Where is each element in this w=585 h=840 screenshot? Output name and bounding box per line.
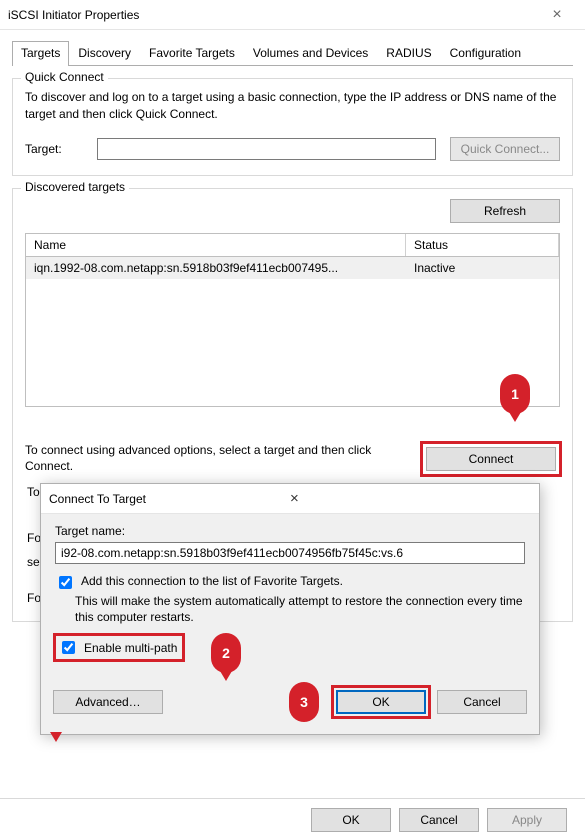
close-icon[interactable]: × xyxy=(290,490,531,507)
target-input[interactable] xyxy=(97,138,436,160)
advanced-button[interactable]: Advanced… xyxy=(53,690,163,714)
cell-target-name: iqn.1992-08.com.netapp:sn.5918b03f9ef411… xyxy=(26,257,406,279)
cell-target-status: Inactive xyxy=(406,257,559,279)
connect-help: To connect using advanced options, selec… xyxy=(25,443,412,474)
main-apply-button: Apply xyxy=(487,808,567,832)
title-bar: iSCSI Initiator Properties × xyxy=(0,0,585,30)
favorite-targets-label: Add this connection to the list of Favor… xyxy=(81,574,343,588)
quick-connect-group: Quick Connect To discover and log on to … xyxy=(12,78,573,176)
callout-marker-1: 1 xyxy=(500,374,530,414)
main-cancel-button[interactable]: Cancel xyxy=(399,808,479,832)
dialog-footer: OK Cancel Apply xyxy=(0,798,585,840)
target-name-input[interactable] xyxy=(55,542,525,564)
callout-marker-2: 2 xyxy=(211,633,241,673)
refresh-button[interactable]: Refresh xyxy=(450,199,560,223)
enable-multipath-label: Enable multi-path xyxy=(84,641,177,655)
targets-table-body[interactable]: iqn.1992-08.com.netapp:sn.5918b03f9ef411… xyxy=(25,257,560,407)
connect-to-target-dialog: Connect To Target × Target name: Add thi… xyxy=(40,483,540,735)
tab-discovery[interactable]: Discovery xyxy=(69,41,140,66)
callout-marker-3: 3 xyxy=(289,682,319,722)
enable-multipath-checkbox[interactable] xyxy=(62,641,75,654)
tab-radius[interactable]: RADIUS xyxy=(377,41,440,66)
targets-table-header: Name Status xyxy=(25,233,560,257)
column-status[interactable]: Status xyxy=(406,234,559,256)
quick-connect-button: Quick Connect... xyxy=(450,137,560,161)
favorite-targets-hint: This will make the system automatically … xyxy=(75,593,525,625)
tab-targets[interactable]: Targets xyxy=(12,41,69,66)
tab-strip: Targets Discovery Favorite Targets Volum… xyxy=(0,30,585,65)
close-icon[interactable]: × xyxy=(537,6,577,24)
ok-highlight: OK xyxy=(333,687,429,717)
connect-button[interactable]: Connect xyxy=(426,447,556,471)
cancel-button[interactable]: Cancel xyxy=(437,690,527,714)
ok-button[interactable]: OK xyxy=(336,690,426,714)
window-title: iSCSI Initiator Properties xyxy=(8,8,537,22)
dialog-title-bar: Connect To Target × xyxy=(41,484,539,514)
target-name-label: Target name: xyxy=(55,524,525,538)
table-row[interactable]: iqn.1992-08.com.netapp:sn.5918b03f9ef411… xyxy=(26,257,559,279)
quick-connect-legend: Quick Connect xyxy=(21,70,108,84)
tab-favorite-targets[interactable]: Favorite Targets xyxy=(140,41,244,66)
column-name[interactable]: Name xyxy=(26,234,406,256)
tab-volumes-devices[interactable]: Volumes and Devices xyxy=(244,41,377,66)
main-ok-button[interactable]: OK xyxy=(311,808,391,832)
favorite-targets-checkbox[interactable] xyxy=(59,576,72,589)
dialog-title: Connect To Target xyxy=(49,492,290,506)
discovered-legend: Discovered targets xyxy=(21,180,129,194)
tab-configuration[interactable]: Configuration xyxy=(441,41,530,66)
connect-highlight: Connect xyxy=(422,443,560,475)
enable-multipath-highlight: Enable multi-path xyxy=(55,635,183,660)
target-label: Target: xyxy=(25,142,83,156)
quick-connect-hint: To discover and log on to a target using… xyxy=(25,89,560,123)
